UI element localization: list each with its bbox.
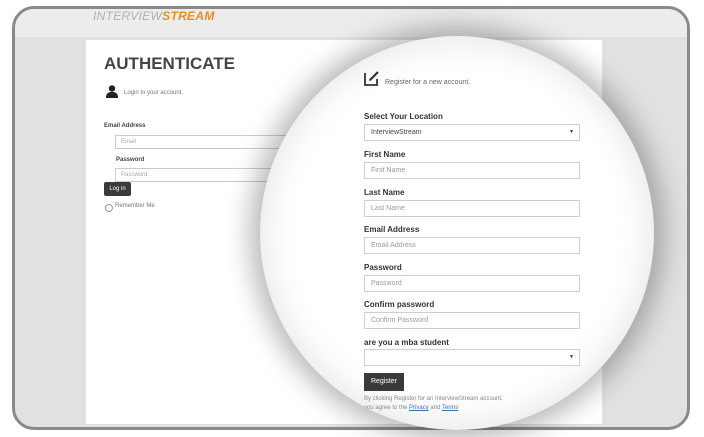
logo-part-stream: STREAM [162, 9, 215, 23]
location-label: Select Your Location [364, 112, 443, 121]
mba-student-label: are you a mba student [364, 338, 449, 347]
terms-link[interactable]: Terms [442, 405, 458, 411]
location-select[interactable]: InterviewStream ▼ [364, 124, 580, 141]
last-name-label: Last Name [364, 188, 405, 197]
confirm-password-input[interactable]: Confirm Password [364, 312, 580, 329]
remember-me-checkbox[interactable] [105, 204, 113, 212]
first-name-label: First Name [364, 150, 406, 159]
remember-me-label: Remember Me [115, 203, 155, 209]
login-email-label: Email Address [104, 123, 146, 129]
magnifier-lens: Register for a new account. Select Your … [260, 36, 654, 430]
register-email-label: Email Address [364, 225, 420, 234]
login-password-label: Password [116, 157, 145, 163]
register-password-label: Password [364, 263, 402, 272]
terms-and: and [430, 405, 441, 411]
terms-line-2: you agree to the Privacy and Terms [364, 404, 503, 413]
site-logo[interactable]: INTERVIEWSTREAM [93, 9, 215, 23]
confirm-password-label: Confirm password [364, 300, 435, 309]
login-caption: Login to your account. [124, 90, 184, 96]
dropdown-arrow-icon: ▼ [569, 129, 574, 135]
login-button[interactable]: Log in [104, 182, 131, 196]
register-form: Register for a new account. Select Your … [260, 36, 654, 430]
logo-part-interview: INTERVIEW [93, 9, 163, 23]
terms-prefix: you agree to the [364, 405, 408, 411]
last-name-input[interactable]: Last Name [364, 200, 580, 217]
register-caption: Register for a new account. [385, 79, 471, 86]
terms-notice: By clicking Register for an InterviewStr… [364, 395, 503, 413]
register-password-input[interactable]: Password [364, 275, 580, 292]
page-title: AUTHENTICATE [104, 54, 235, 73]
register-button[interactable]: Register [364, 373, 404, 391]
location-select-value: InterviewStream [371, 129, 422, 136]
user-icon [106, 85, 118, 98]
first-name-input[interactable]: First Name [364, 162, 580, 179]
dropdown-arrow-icon: ▼ [569, 354, 574, 360]
privacy-link[interactable]: Privacy [409, 405, 429, 411]
edit-icon [364, 71, 379, 86]
top-bar: INTERVIEWSTREAM [15, 9, 687, 37]
register-email-input[interactable]: Email Address [364, 237, 580, 254]
terms-line-1: By clicking Register for an InterviewStr… [364, 396, 503, 402]
mba-student-select[interactable]: ▼ [364, 349, 580, 366]
